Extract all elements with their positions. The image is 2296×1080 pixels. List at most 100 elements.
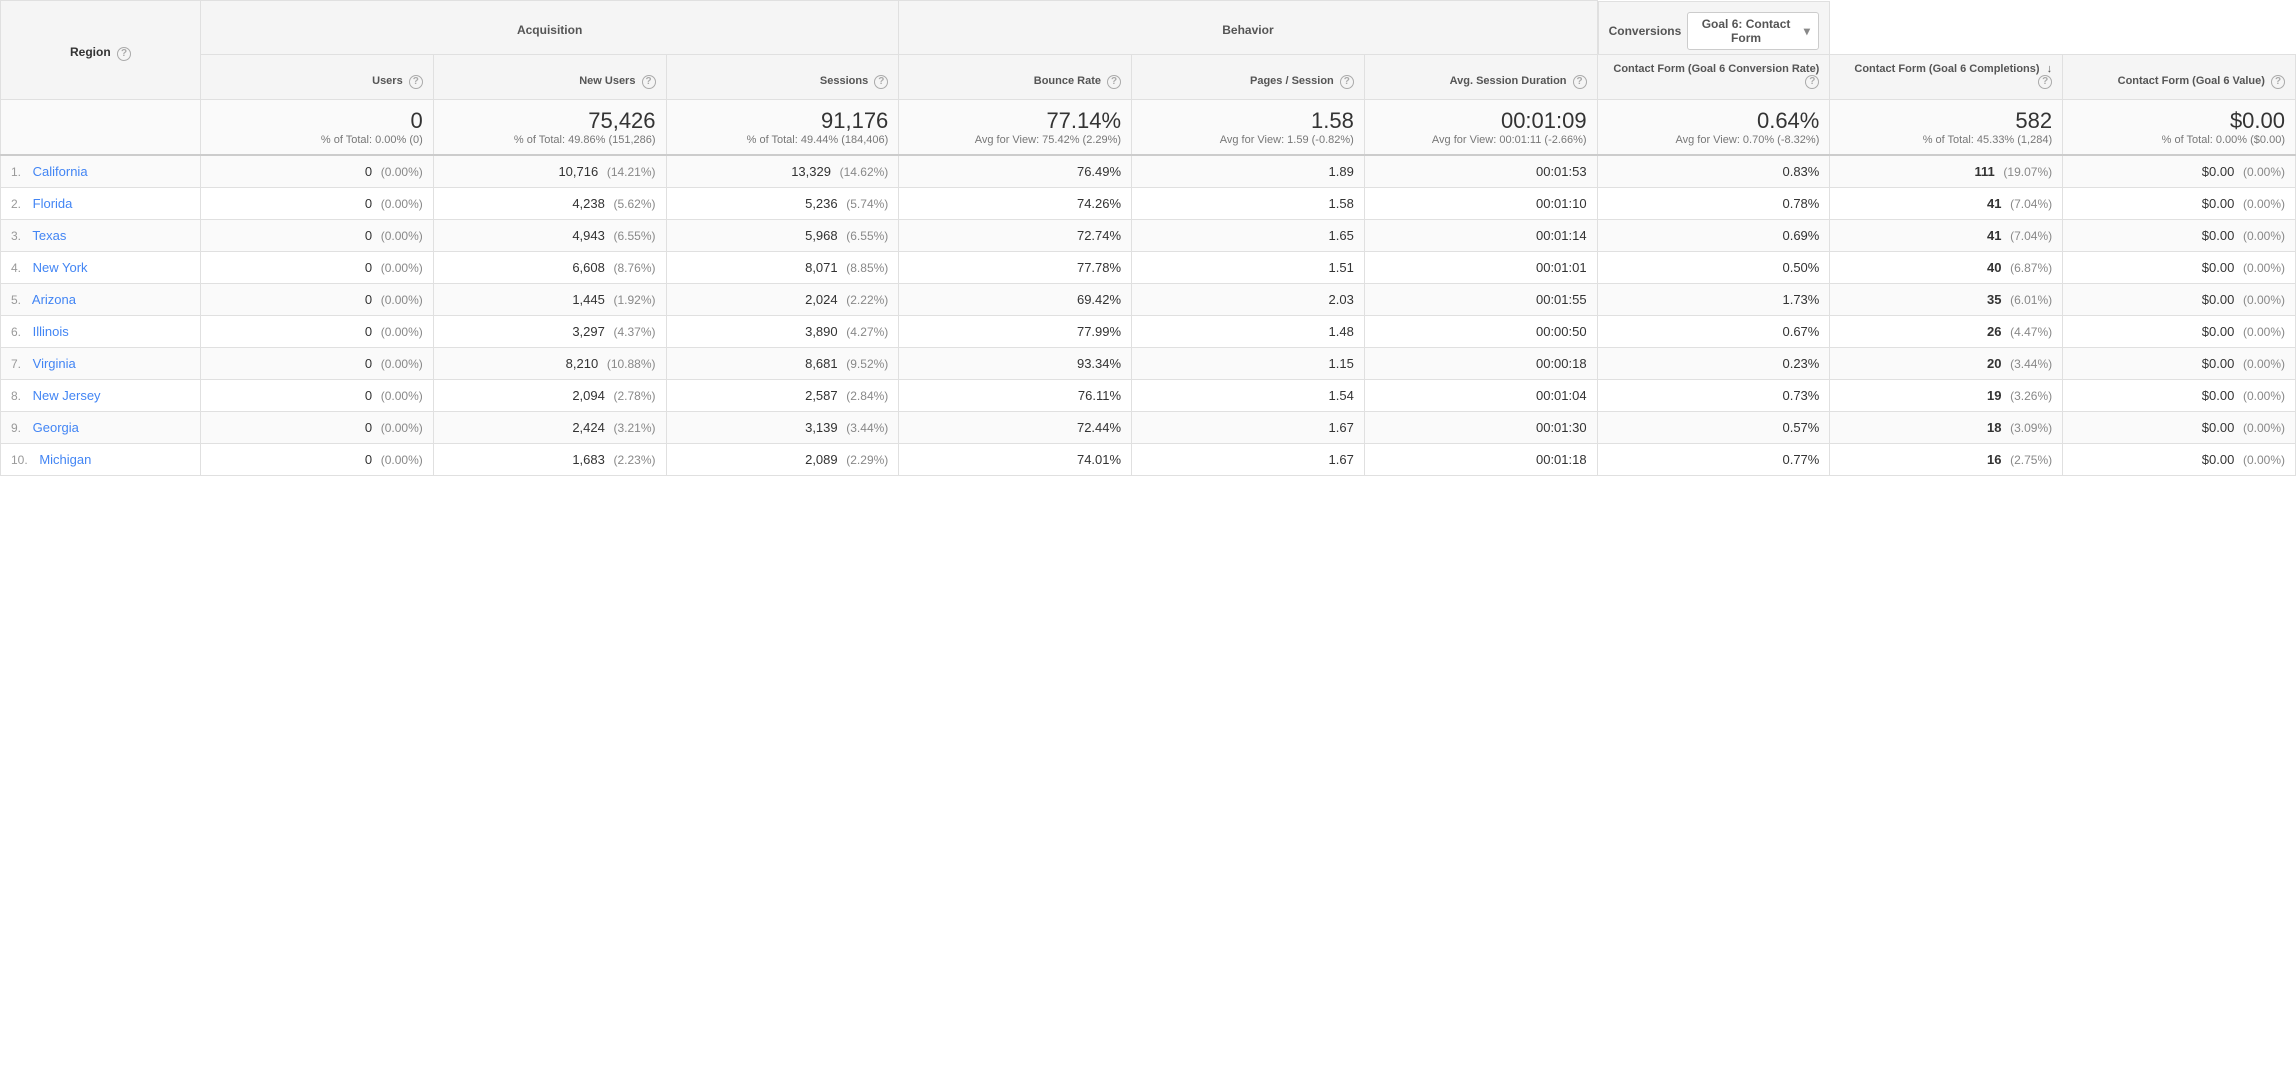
contact-rate-value: 0.77% bbox=[1782, 452, 1819, 467]
region-cell-3: 4. New York bbox=[1, 251, 201, 283]
totals-newusers-cell: 75,426 % of Total: 49.86% (151,286) bbox=[433, 99, 666, 155]
sessions-col-header[interactable]: Sessions ? bbox=[666, 54, 899, 99]
contact-comp-value: 20 bbox=[1987, 356, 2001, 371]
table-row: 6. Illinois 0 (0.00%) 3,297 (4.37%) 3,89… bbox=[1, 315, 2296, 347]
pages-session-col-header[interactable]: Pages / Session ? bbox=[1132, 54, 1365, 99]
region-link[interactable]: California bbox=[33, 164, 88, 179]
pages-session-value: 1.58 bbox=[1329, 196, 1354, 211]
new-users-value: 6,608 bbox=[572, 260, 605, 275]
contact-comp-value: 35 bbox=[1987, 292, 2001, 307]
region-link[interactable]: Arizona bbox=[32, 292, 76, 307]
row-number: 10. bbox=[11, 453, 28, 467]
sessions-cell-5: 3,890 (4.27%) bbox=[666, 315, 899, 347]
pages-session-help-icon[interactable]: ? bbox=[1340, 75, 1354, 89]
users-value: 0 bbox=[365, 196, 372, 211]
contact-comp-pct: (6.01%) bbox=[2010, 293, 2052, 307]
avg-session-cell-0: 00:01:53 bbox=[1364, 155, 1597, 188]
new-users-pct: (4.37%) bbox=[614, 325, 656, 339]
table-row: 7. Virginia 0 (0.00%) 8,210 (10.88%) 8,6… bbox=[1, 347, 2296, 379]
new-users-help-icon[interactable]: ? bbox=[642, 75, 656, 89]
behavior-group-header: Behavior bbox=[899, 1, 1597, 55]
contact-comp-value: 16 bbox=[1987, 452, 2001, 467]
users-pct: (0.00%) bbox=[381, 389, 423, 403]
bounce-rate-value: 72.44% bbox=[1077, 420, 1121, 435]
totals-sessions-value: 91,176 bbox=[677, 108, 889, 134]
contact-val-cell-8: $0.00 (0.00%) bbox=[2063, 411, 2296, 443]
contact-rate-value: 0.73% bbox=[1782, 388, 1819, 403]
sessions-value: 8,681 bbox=[805, 356, 838, 371]
bounce-rate-value: 74.01% bbox=[1077, 452, 1121, 467]
contact-rate-help-icon[interactable]: ? bbox=[1805, 75, 1819, 89]
region-link[interactable]: New Jersey bbox=[33, 388, 101, 403]
contact-val-cell-4: $0.00 (0.00%) bbox=[2063, 283, 2296, 315]
sessions-pct: (5.74%) bbox=[846, 197, 888, 211]
contact-rate-cell-5: 0.67% bbox=[1597, 315, 1830, 347]
region-cell-6: 7. Virginia bbox=[1, 347, 201, 379]
region-link[interactable]: Virginia bbox=[33, 356, 76, 371]
avg-session-help-icon[interactable]: ? bbox=[1573, 75, 1587, 89]
totals-users-cell: 0 % of Total: 0.00% (0) bbox=[201, 99, 434, 155]
contact-val-pct: (0.00%) bbox=[2243, 421, 2285, 435]
sessions-value: 2,089 bbox=[805, 452, 838, 467]
sessions-cell-3: 8,071 (8.85%) bbox=[666, 251, 899, 283]
contact-comp-cell-9: 16 (2.75%) bbox=[1830, 443, 2063, 475]
region-help-icon[interactable]: ? bbox=[117, 47, 131, 61]
region-link[interactable]: New York bbox=[33, 260, 88, 275]
contact-comp-value: 40 bbox=[1987, 260, 2001, 275]
new-users-cell-7: 2,094 (2.78%) bbox=[433, 379, 666, 411]
bounce-rate-value: 74.26% bbox=[1077, 196, 1121, 211]
contact-comp-col-header[interactable]: Contact Form (Goal 6 Completions) ↓ ? bbox=[1830, 54, 2063, 99]
contact-val-help-icon[interactable]: ? bbox=[2271, 75, 2285, 89]
users-help-icon[interactable]: ? bbox=[409, 75, 423, 89]
bounce-rate-col-header[interactable]: Bounce Rate ? bbox=[899, 54, 1132, 99]
totals-contactcomp-cell: 582 % of Total: 45.33% (1,284) bbox=[1830, 99, 2063, 155]
contact-rate-col-header[interactable]: Contact Form (Goal 6 Conversion Rate) ? bbox=[1597, 54, 1830, 99]
bounce-rate-cell-0: 76.49% bbox=[899, 155, 1132, 188]
new-users-pct: (2.78%) bbox=[614, 389, 656, 403]
goal-dropdown[interactable]: Goal 6: Contact Form ▾ bbox=[1687, 12, 1819, 50]
avg-session-col-header[interactable]: Avg. Session Duration ? bbox=[1364, 54, 1597, 99]
table-row: 9. Georgia 0 (0.00%) 2,424 (3.21%) 3,139… bbox=[1, 411, 2296, 443]
region-link[interactable]: Illinois bbox=[33, 324, 69, 339]
new-users-value: 3,297 bbox=[572, 324, 605, 339]
region-link[interactable]: Georgia bbox=[33, 420, 79, 435]
contact-comp-pct: (7.04%) bbox=[2010, 229, 2052, 243]
contact-val-col-header[interactable]: Contact Form (Goal 6 Value) ? bbox=[2063, 54, 2296, 99]
sessions-cell-2: 5,968 (6.55%) bbox=[666, 219, 899, 251]
contact-comp-cell-8: 18 (3.09%) bbox=[1830, 411, 2063, 443]
users-cell-9: 0 (0.00%) bbox=[201, 443, 434, 475]
users-col-header[interactable]: Users ? bbox=[201, 54, 434, 99]
contact-rate-cell-2: 0.69% bbox=[1597, 219, 1830, 251]
new-users-col-header[interactable]: New Users ? bbox=[433, 54, 666, 99]
contact-rate-cell-6: 0.23% bbox=[1597, 347, 1830, 379]
contact-val-value: $0.00 bbox=[2202, 260, 2235, 275]
sessions-cell-1: 5,236 (5.74%) bbox=[666, 187, 899, 219]
avg-session-value: 00:01:30 bbox=[1536, 420, 1587, 435]
row-number: 1. bbox=[11, 165, 21, 179]
sessions-help-icon[interactable]: ? bbox=[874, 75, 888, 89]
bounce-rate-help-icon[interactable]: ? bbox=[1107, 75, 1121, 89]
region-link[interactable]: Texas bbox=[32, 228, 66, 243]
sessions-pct: (9.52%) bbox=[846, 357, 888, 371]
totals-newusers-sub: % of Total: 49.86% (151,286) bbox=[444, 134, 656, 146]
avg-session-value: 00:00:50 bbox=[1536, 324, 1587, 339]
region-link[interactable]: Michigan bbox=[39, 452, 91, 467]
new-users-value: 2,094 bbox=[572, 388, 605, 403]
dropdown-arrow-icon: ▾ bbox=[1804, 24, 1810, 38]
new-users-pct: (8.76%) bbox=[614, 261, 656, 275]
pages-session-cell-4: 2.03 bbox=[1132, 283, 1365, 315]
pages-session-value: 2.03 bbox=[1329, 292, 1354, 307]
contact-rate-cell-3: 0.50% bbox=[1597, 251, 1830, 283]
new-users-cell-9: 1,683 (2.23%) bbox=[433, 443, 666, 475]
sessions-value: 5,236 bbox=[805, 196, 838, 211]
totals-contactval-cell: $0.00 % of Total: 0.00% ($0.00) bbox=[2063, 99, 2296, 155]
avg-session-value: 00:01:55 bbox=[1536, 292, 1587, 307]
contact-rate-cell-4: 1.73% bbox=[1597, 283, 1830, 315]
contact-comp-help-icon[interactable]: ? bbox=[2038, 75, 2052, 89]
new-users-cell-3: 6,608 (8.76%) bbox=[433, 251, 666, 283]
sessions-pct: (2.22%) bbox=[846, 293, 888, 307]
new-users-cell-8: 2,424 (3.21%) bbox=[433, 411, 666, 443]
contact-comp-cell-3: 40 (6.87%) bbox=[1830, 251, 2063, 283]
totals-avgsession-value: 00:01:09 bbox=[1375, 108, 1587, 134]
region-link[interactable]: Florida bbox=[33, 196, 73, 211]
